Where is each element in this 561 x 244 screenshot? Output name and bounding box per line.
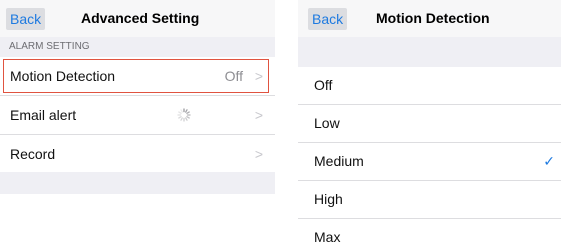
option-medium[interactable]: Medium ✓ <box>298 143 561 181</box>
sensitivity-options-list: Off Low Medium ✓ High Max <box>298 67 561 244</box>
selection-highlight <box>3 59 269 93</box>
section-header-alarm: ALARM SETTING <box>0 37 275 57</box>
chevron-right-icon: > <box>254 146 263 162</box>
chevron-right-icon: > <box>254 107 263 123</box>
navigation-bar: Back Advanced Setting <box>0 0 275 37</box>
back-button[interactable]: Back <box>308 8 348 30</box>
loading-spinner-icon <box>177 108 191 122</box>
option-label: Low <box>314 115 340 131</box>
row-label: Record <box>10 146 56 162</box>
option-label: Medium <box>314 153 364 169</box>
row-label: Email alert <box>10 107 77 123</box>
option-label: Max <box>314 229 341 244</box>
option-label: Off <box>314 77 333 93</box>
record-row[interactable]: Record > <box>0 135 275 174</box>
back-button[interactable]: Back <box>6 8 46 30</box>
option-max[interactable]: Max <box>298 219 561 244</box>
group-separator <box>0 172 275 194</box>
group-separator <box>298 37 561 67</box>
page-title: Advanced Setting <box>81 10 200 26</box>
settings-list: Motion Detection Off > Email alert > Rec… <box>0 57 275 174</box>
motion-detection-screen: Back Motion Detection Off Low Medium ✓ H… <box>298 0 561 244</box>
checkmark-icon: ✓ <box>543 153 555 169</box>
option-low[interactable]: Low <box>298 105 561 143</box>
page-title: Motion Detection <box>376 10 490 26</box>
advanced-setting-screen: Back Advanced Setting ALARM SETTING Moti… <box>0 0 275 244</box>
option-label: High <box>314 191 343 207</box>
navigation-bar: Back Motion Detection <box>298 0 561 37</box>
option-off[interactable]: Off <box>298 67 561 105</box>
motion-detection-row[interactable]: Motion Detection Off > <box>0 57 275 96</box>
email-alert-row[interactable]: Email alert > <box>0 96 275 135</box>
option-high[interactable]: High <box>298 181 561 219</box>
